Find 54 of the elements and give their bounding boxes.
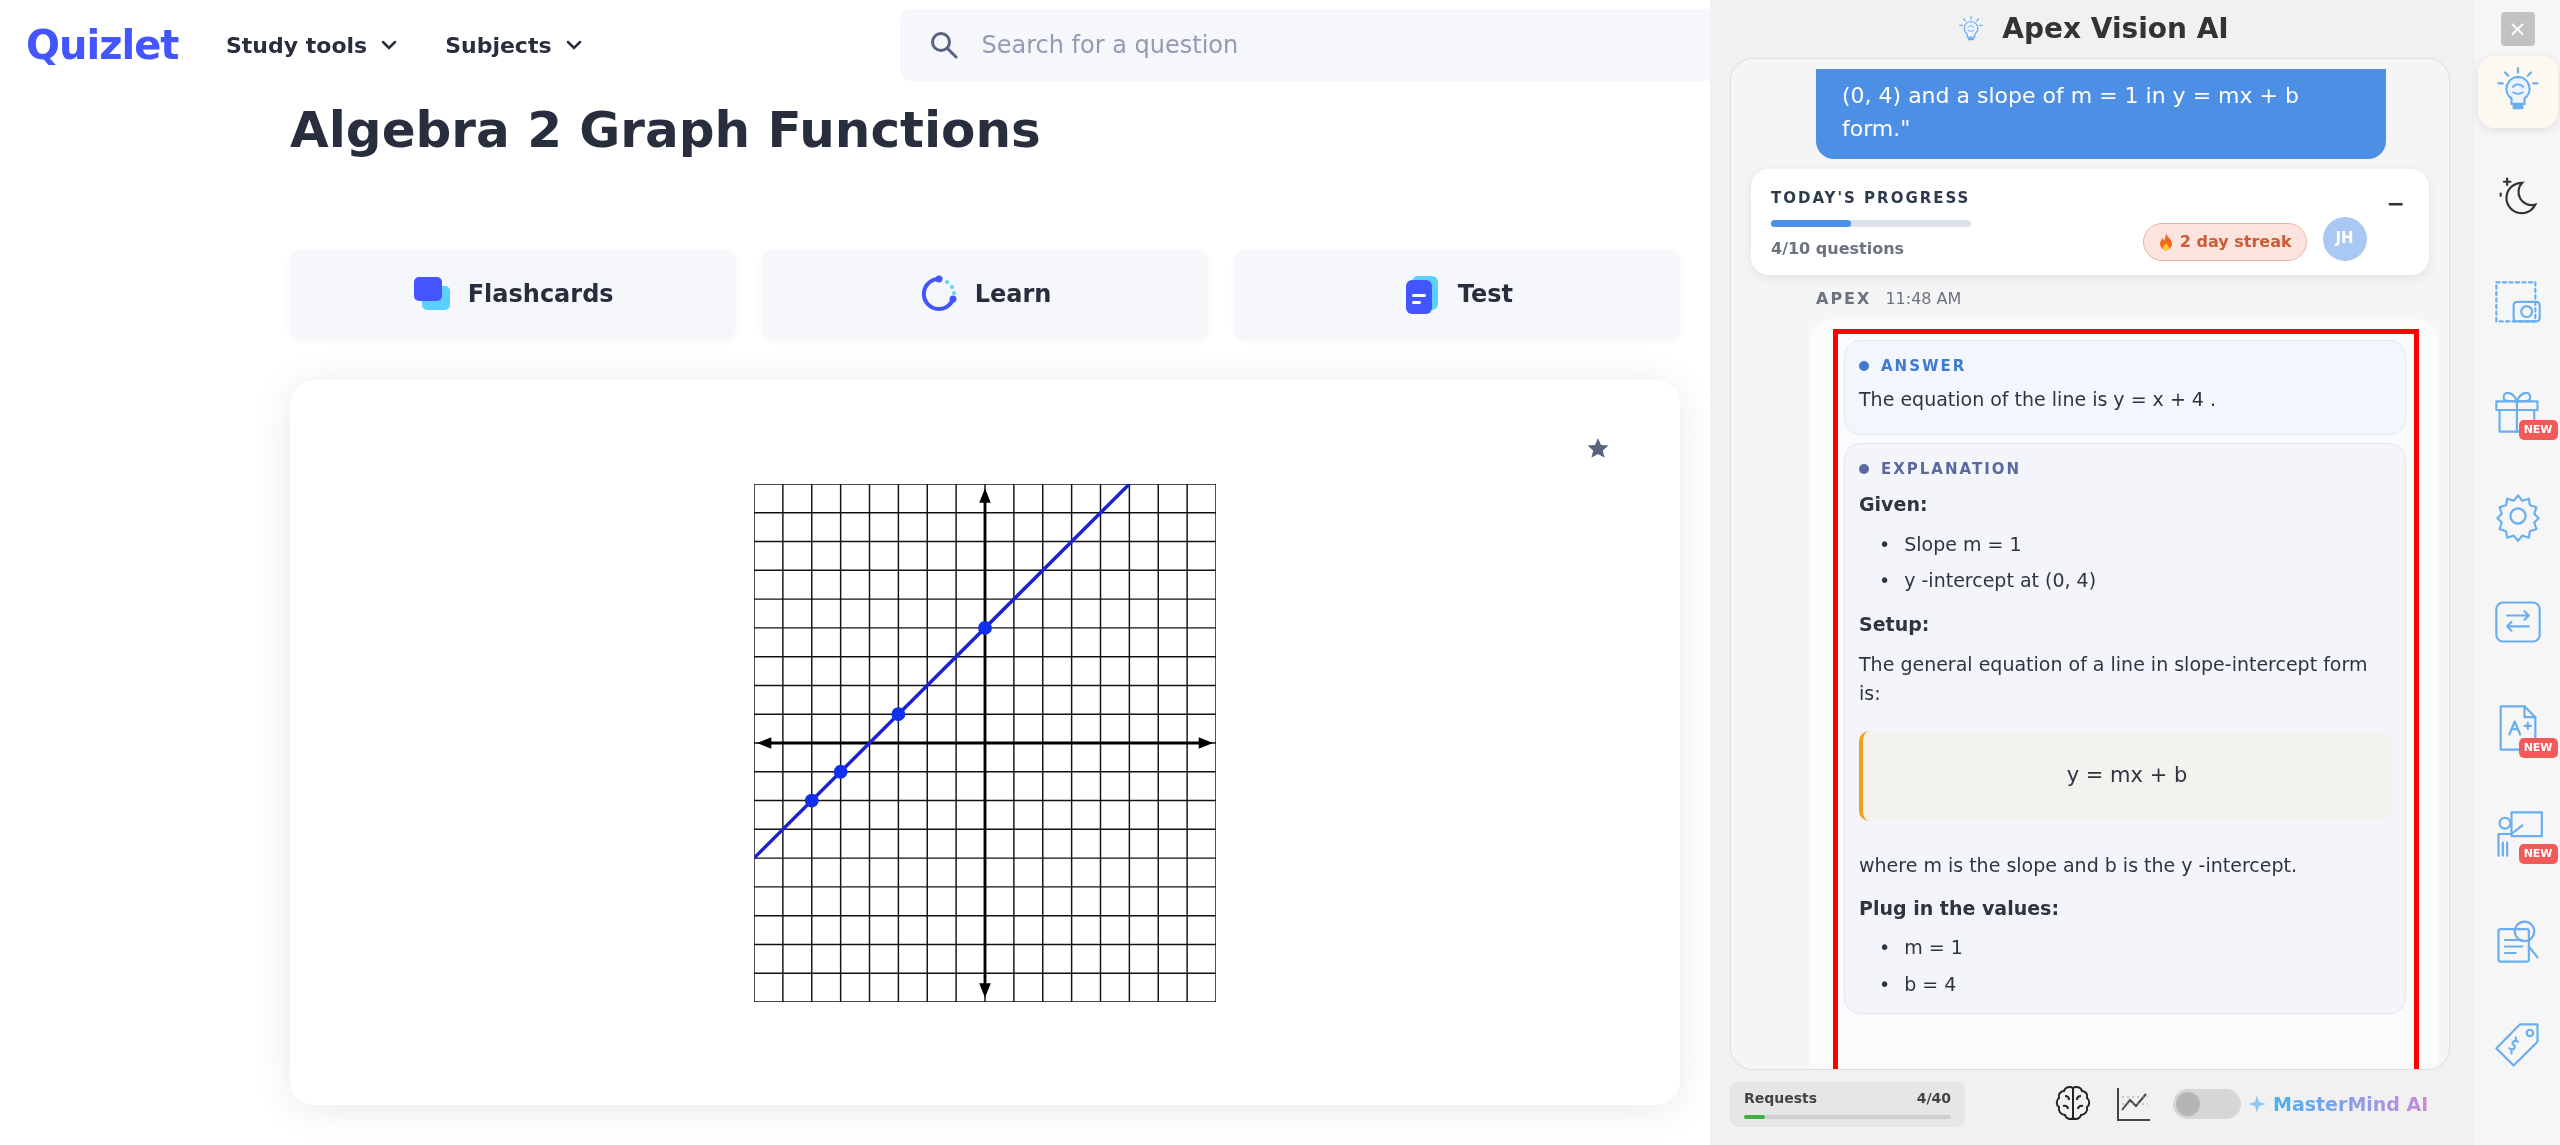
chevron-down-icon	[565, 40, 582, 50]
explanation-text: where m is the slope and b is the y -intercept.	[1859, 853, 2298, 879]
streak-text: 2 day streak	[2179, 230, 2292, 253]
data-point	[891, 706, 906, 721]
logo[interactable]: Quizlet	[26, 15, 226, 75]
requests-label: Requests	[1744, 1088, 1818, 1108]
study-mode-button[interactable]: Learn	[762, 250, 1208, 338]
data-point	[978, 620, 992, 635]
star-icon[interactable]	[1586, 436, 1610, 460]
search-field[interactable]: Search for a question	[979, 26, 1710, 64]
study-mode-button[interactable]: Test	[1234, 250, 1680, 338]
answer-text: The equation of the line is y = x + 4 .	[1859, 387, 2218, 412]
nav-menu[interactable]: Subjects	[445, 28, 582, 62]
progress-caption: 4/10 questions	[1771, 237, 1906, 260]
search-bar[interactable]: Search for a question	[899, 9, 1710, 81]
list-bullet: •	[1879, 531, 1891, 557]
list-bullet: •	[1879, 935, 1891, 961]
dot-icon	[1859, 463, 1869, 474]
explanation-text: The general equation of a line in slope-intercept form is:	[1859, 652, 2369, 706]
study-mode-button[interactable]: Flashcards	[290, 250, 736, 338]
list-item: b = 4	[1904, 971, 1957, 997]
section-heading: Setup:	[1859, 611, 1931, 637]
new-badge: NEW	[2518, 737, 2558, 758]
page-title: Algebra 2 Graph Functions	[290, 100, 1042, 161]
collapse-button[interactable]: −	[2382, 187, 2409, 220]
dot-icon	[1859, 360, 1869, 371]
new-badge: NEW	[2518, 843, 2558, 864]
section-heading: Plug in the values:	[1859, 895, 2060, 921]
data-point	[833, 764, 848, 779]
list-item: Slope m = 1	[1904, 531, 2022, 557]
list-item: m = 1	[1904, 935, 1963, 961]
sender-name: APEX	[1816, 287, 1872, 310]
nav-menu[interactable]: Study tools	[226, 28, 398, 62]
list-bullet: •	[1879, 971, 1891, 997]
message-time: 11:48 AM	[1885, 287, 1962, 310]
mastermind-toggle[interactable]	[2173, 1089, 2241, 1119]
search-icon	[929, 31, 958, 59]
line-chart-icon[interactable]	[2115, 1085, 2153, 1123]
sparkle-icon	[2247, 1094, 2267, 1114]
requests-count: 4/40	[1916, 1088, 1951, 1108]
chevron-down-icon	[381, 40, 398, 50]
new-badge: NEW	[2518, 419, 2558, 440]
flame-icon	[2157, 231, 2174, 252]
list-bullet: •	[1879, 568, 1891, 594]
section-label: ANSWER	[1881, 355, 1967, 377]
section-label: EXPLANATION	[1881, 458, 2022, 480]
data-point	[804, 793, 819, 807]
user-message: (0, 4) and a slope of m = 1 in y = mx + b form."	[1816, 69, 2386, 159]
list-item: y -intercept at (0, 4)	[1904, 568, 2097, 594]
panel-title: Apex Vision AI	[2002, 11, 2229, 47]
section-heading: Given:	[1859, 492, 1929, 517]
progress-title: TODAY'S PROGRESS	[1771, 188, 1972, 209]
user-avatar: JH	[2322, 216, 2367, 261]
formula-block: y = mx + b	[1859, 731, 2391, 822]
